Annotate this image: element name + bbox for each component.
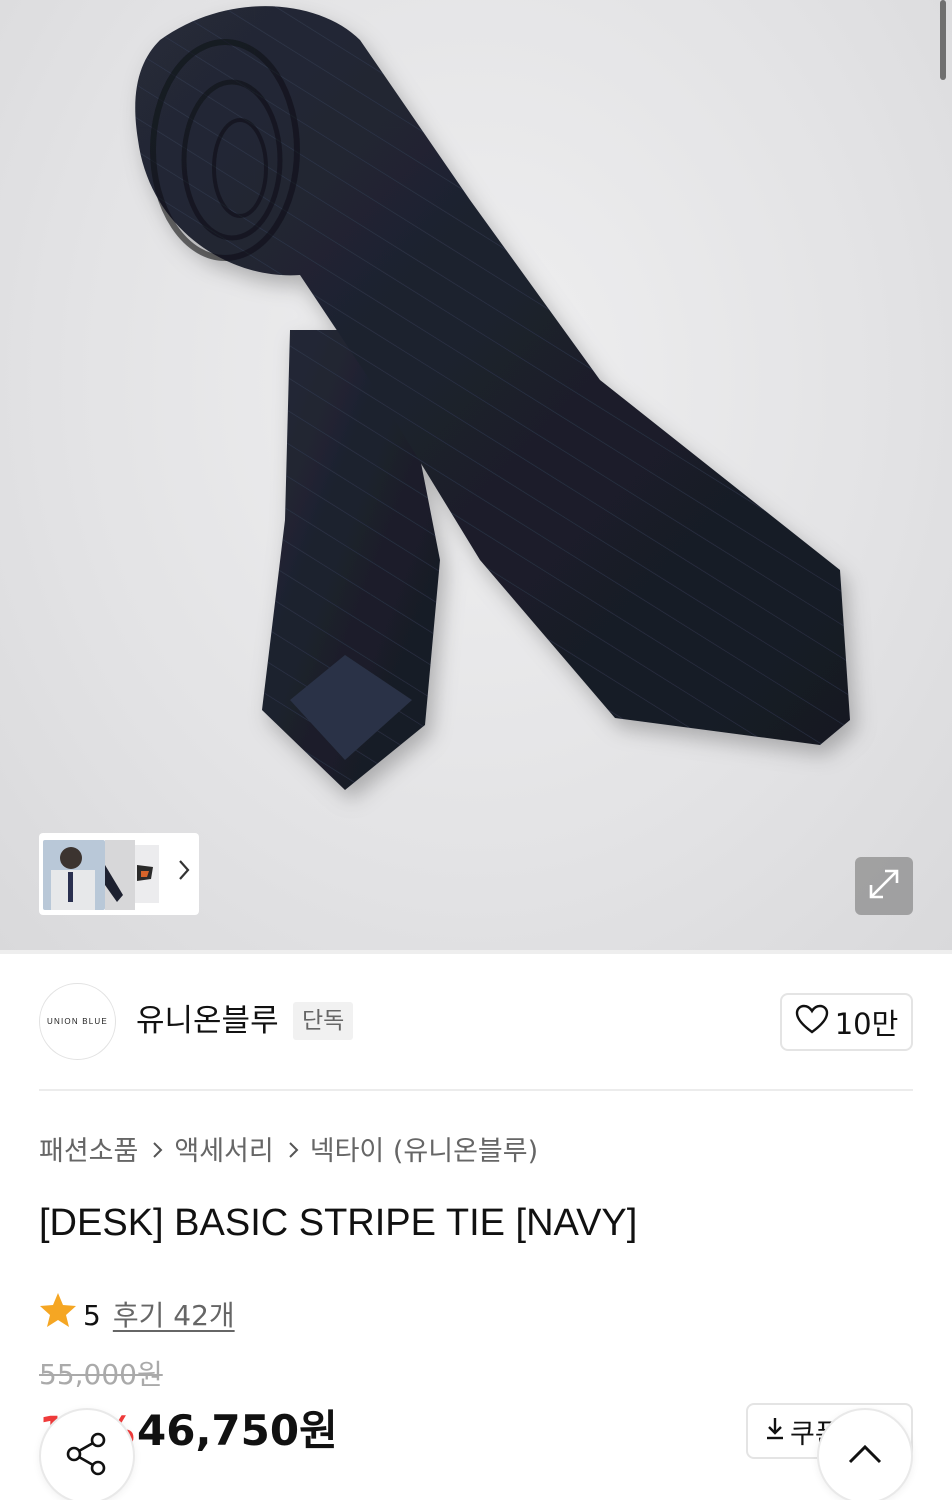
thumbnail-image-3[interactable]: [135, 845, 159, 903]
product-image: [135, 6, 851, 790]
product-image-area[interactable]: [0, 0, 952, 950]
breadcrumb-item[interactable]: 패션소품: [39, 1132, 138, 1172]
expand-button[interactable]: [855, 857, 913, 915]
chevron-up-icon: [847, 1443, 883, 1469]
scrollbar[interactable]: [940, 0, 946, 80]
original-price: 55,000원: [39, 1358, 163, 1391]
breadcrumb-item[interactable]: 액세서리: [174, 1132, 273, 1172]
thumbnail-image-2[interactable]: [105, 840, 135, 910]
exclusive-badge: 단독: [293, 1002, 354, 1040]
chevron-right-icon: [288, 1132, 300, 1172]
star-icon: [39, 1292, 77, 1339]
like-button[interactable]: 10만: [780, 993, 913, 1051]
chevron-right-icon: [152, 1132, 164, 1172]
breadcrumb-item[interactable]: 넥타이 (유니온블루): [310, 1132, 538, 1172]
like-count: 10만: [834, 1007, 899, 1041]
expand-icon: [867, 867, 901, 905]
rating-score: 5: [83, 1298, 101, 1332]
divider: [39, 1089, 913, 1091]
scroll-top-button[interactable]: [817, 1408, 913, 1500]
review-count-link[interactable]: 후기 42개: [113, 1296, 235, 1336]
chevron-right-icon[interactable]: [177, 859, 191, 886]
product-title: [DESK] BASIC STRIPE TIE [NAVY]: [39, 1202, 638, 1244]
download-icon: [764, 1415, 786, 1448]
breadcrumb: 패션소품 액세서리 넥타이 (유니온블루): [39, 1132, 538, 1172]
brand-name[interactable]: 유니온블루: [136, 1002, 279, 1040]
brand-logo[interactable]: UNION BLUE: [39, 983, 116, 1060]
rating: 5 후기 42개: [39, 1292, 235, 1339]
share-button[interactable]: [39, 1408, 135, 1500]
section-divider: [0, 950, 952, 954]
thumbnail-strip[interactable]: [39, 833, 199, 915]
share-icon: [64, 1430, 110, 1482]
thumbnail-image[interactable]: [43, 840, 105, 910]
sale-price: 46,750원: [137, 1406, 338, 1455]
heart-icon: [795, 1004, 829, 1041]
